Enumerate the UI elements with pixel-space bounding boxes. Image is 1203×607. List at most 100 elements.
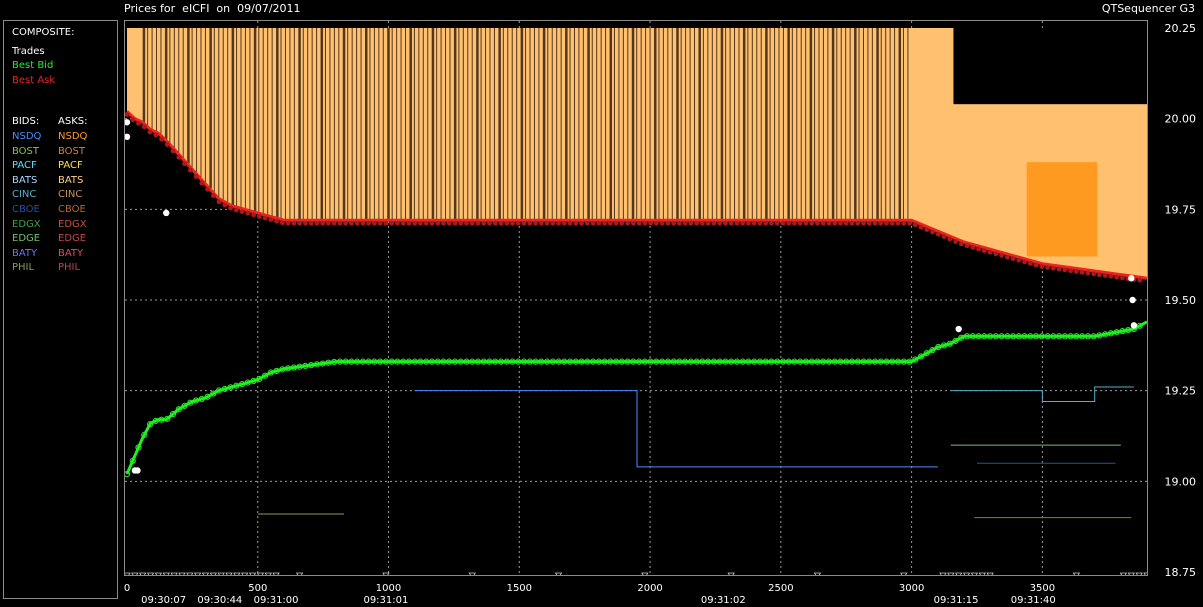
best-ask-marker	[786, 220, 792, 226]
best-ask-marker	[711, 220, 717, 226]
ask-quote-stripe	[164, 28, 168, 140]
best-ask-marker	[907, 220, 912, 226]
ask-quote-stripe	[427, 28, 429, 221]
ask-quote-stripe	[747, 28, 749, 221]
best-ask-marker	[544, 220, 550, 226]
best-ask-marker	[498, 220, 504, 226]
ask-quote-stripe	[302, 28, 304, 221]
best-ask-marker	[193, 174, 199, 179]
best-ask-marker	[556, 220, 561, 226]
best-ask-marker	[331, 220, 337, 226]
best-ask-marker	[970, 245, 976, 250]
ask-quote-stripe	[498, 28, 501, 221]
best-ask-marker	[1108, 273, 1114, 279]
ask-quote-stripe	[836, 28, 838, 221]
time-label: 09:31:01	[363, 595, 408, 606]
trade-point	[1128, 275, 1135, 282]
ask-quote-stripe	[453, 28, 457, 221]
ask-quote-stripe	[631, 28, 635, 221]
best-ask-marker	[314, 220, 320, 226]
best-ask-marker	[274, 218, 279, 224]
best-ask-marker	[987, 249, 993, 255]
ask-quote-stripe	[365, 28, 368, 221]
ask-quote-stripe	[160, 28, 162, 136]
time-label: 09:30:07	[141, 595, 186, 606]
best-ask-marker	[239, 209, 245, 215]
best-ask-marker	[187, 167, 193, 173]
best-ask-marker	[210, 193, 216, 199]
ask-quote-stripe	[449, 28, 451, 221]
best-ask-marker	[1056, 266, 1062, 272]
ask-quote-stripe	[289, 28, 291, 221]
best-ask-marker	[792, 220, 797, 226]
best-ask-marker	[268, 217, 274, 222]
ask-quote-stripe	[685, 28, 687, 221]
best-ask-marker	[1022, 259, 1027, 265]
ask-quote-stripe	[467, 28, 469, 221]
best-ask-marker	[579, 220, 584, 226]
ask-quote-stripe	[765, 28, 768, 221]
best-ask-marker	[487, 220, 492, 226]
best-ask-marker	[383, 220, 389, 226]
best-ask-marker	[849, 220, 855, 226]
best-ask-marker	[820, 220, 826, 226]
ask-quote-stripe	[782, 28, 784, 221]
ask-quote-stripe	[898, 28, 902, 221]
best-ask-marker	[613, 220, 619, 226]
ask-quote-stripe	[818, 28, 820, 221]
x-tick-label: 500	[248, 583, 267, 594]
best-ask-marker	[630, 220, 636, 226]
ask-quote-stripe	[551, 28, 553, 221]
best-ask-marker	[797, 220, 803, 226]
best-ask-marker	[423, 220, 429, 226]
best-ask-marker	[912, 222, 918, 228]
ask-quote-stripe	[311, 28, 313, 221]
ask-quote-stripe	[547, 28, 549, 221]
best-ask-marker	[182, 161, 187, 167]
ask-quote-stripe	[542, 28, 546, 221]
x-tick-label: 0	[124, 583, 130, 594]
best-ask-marker	[855, 220, 861, 226]
ask-quote-stripe	[600, 28, 602, 221]
ask-quote-stripe	[800, 28, 802, 221]
best-ask-marker	[354, 220, 360, 226]
ask-quote-stripe	[854, 28, 857, 221]
ask-quote-stripe	[209, 28, 212, 189]
ask-quote-stripe	[507, 28, 509, 221]
ask-quote-stripe	[613, 28, 615, 221]
ask-quote-stripe	[458, 28, 460, 221]
ask-quote-stripe	[493, 28, 495, 221]
best-ask-marker	[325, 220, 331, 226]
best-ask-marker	[521, 220, 527, 226]
price-chart: 18.75 19.00 19.25 19.50 19.75 20.00 20.25 0 500 1…	[124, 20, 1197, 606]
ask-quote-stripe	[805, 28, 807, 221]
best-ask-marker	[395, 220, 400, 226]
best-ask-marker	[861, 220, 866, 226]
ask-quote-stripe	[769, 28, 771, 221]
ask-quote-stripe	[582, 28, 584, 221]
best-ask-marker	[774, 220, 780, 226]
ask-quote-stripe	[756, 28, 758, 221]
y-tick-label: 19.75	[1165, 203, 1197, 216]
best-ask-marker	[1091, 271, 1097, 277]
best-ask-marker	[705, 220, 711, 226]
ask-quote-stripe	[791, 28, 793, 221]
ask-quote-stripe	[440, 28, 442, 221]
best-ask-marker	[607, 220, 613, 226]
ask-quote-stripe	[191, 28, 193, 169]
best-ask-marker	[452, 220, 458, 226]
ask-quote-stripe	[662, 28, 664, 221]
best-ask-marker	[561, 220, 567, 226]
ask-quote-stripe	[431, 28, 435, 221]
ask-quote-stripe	[142, 28, 146, 123]
ask-quote-stripe	[609, 28, 613, 221]
best-ask-marker	[1120, 275, 1125, 281]
ask-quote-stripe	[894, 28, 896, 221]
best-ask-marker	[803, 220, 809, 226]
ask-quote-stripe	[796, 28, 798, 221]
ask-quote-stripe	[525, 28, 527, 221]
best-ask-marker	[895, 220, 901, 226]
ask-quote-stripe	[369, 28, 371, 221]
ask-quote-stripe	[867, 28, 869, 221]
x-tick-label: 1500	[507, 583, 532, 594]
